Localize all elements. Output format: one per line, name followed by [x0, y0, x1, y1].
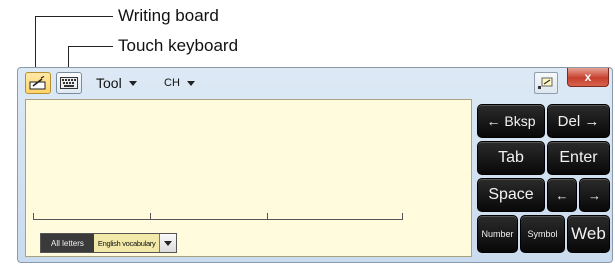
touch-keyboard-callout-label: Touch keyboard — [118, 36, 239, 55]
enter-key[interactable]: Enter — [547, 141, 610, 175]
mode-dropdown-icon — [164, 240, 173, 246]
touch-keyboard-callout-horizontal — [68, 46, 113, 47]
close-icon: x — [584, 70, 592, 84]
tab-key[interactable]: Tab — [477, 141, 545, 175]
writing-divider — [402, 213, 403, 220]
mode-english-vocabulary[interactable]: English vocabulary — [93, 234, 160, 252]
touch-keyboard-button[interactable] — [56, 72, 82, 94]
web-key[interactable]: Web — [567, 215, 610, 253]
pen-pad-icon — [29, 76, 46, 90]
tool-dropdown-icon — [128, 80, 137, 86]
language-dropdown-icon — [186, 80, 195, 86]
tool-menu-label: Tool — [96, 75, 122, 91]
writing-board-button[interactable] — [25, 72, 51, 94]
language-menu[interactable]: CH — [164, 77, 195, 89]
writing-divider — [33, 213, 34, 220]
space-key[interactable]: Space — [477, 178, 545, 212]
dock-icon — [538, 77, 553, 89]
mode-all-letters[interactable]: All letters — [41, 234, 94, 252]
tool-menu[interactable]: Tool — [96, 75, 137, 91]
mode-dropdown-button[interactable] — [159, 234, 177, 252]
writing-board-callout-label: Writing board — [118, 6, 219, 25]
writing-divider — [150, 213, 151, 220]
number-key[interactable]: Number — [477, 215, 518, 253]
writing-divider — [267, 213, 268, 220]
writing-board-callout-horizontal — [35, 16, 113, 17]
backspace-key[interactable]: ← Bksp — [477, 104, 545, 138]
dock-button[interactable] — [534, 72, 558, 94]
writing-baseline — [33, 219, 403, 220]
close-button[interactable]: x — [567, 68, 609, 87]
delete-key[interactable]: Del → — [547, 104, 610, 138]
language-menu-label: CH — [164, 77, 180, 89]
writing-board-callout-vertical — [35, 16, 36, 72]
writing-pad[interactable]: All letters English vocabulary — [25, 99, 472, 257]
title-bar: Tool CH x — [18, 68, 612, 99]
input-panel-window: Tool CH x All letters English vocabulary — [17, 67, 613, 263]
symbol-key[interactable]: Symbol — [520, 215, 565, 253]
left-arrow-key[interactable]: ← — [547, 178, 577, 212]
right-arrow-key[interactable]: → — [579, 178, 610, 212]
keyboard-icon — [60, 77, 78, 89]
input-mode-selector: All letters English vocabulary — [40, 233, 178, 253]
